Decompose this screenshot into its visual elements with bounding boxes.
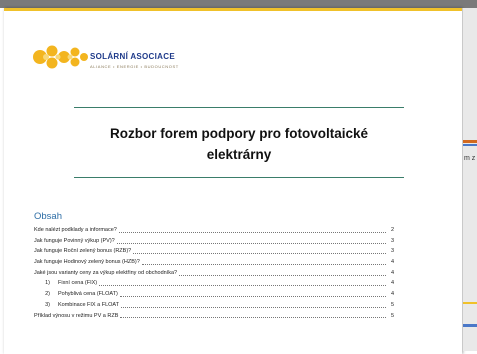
toc-leader-dots [141,263,386,265]
toc-entry[interactable]: Kde nalézt podklady a informace? 2 [34,225,394,236]
side-accent-bar [463,324,477,327]
toc-entry-label: Jak funguje Povinný výkup (PV)? [34,237,115,244]
side-accent-bar [463,140,477,143]
toc-leader-dots [179,274,386,276]
toc-entry-page: 4 [390,280,394,287]
toc-leader-dots [116,242,386,244]
toc-subentry[interactable]: 2) Pohyblivá cena (FLOAT) 4 [34,289,394,300]
title-rule-top [74,107,404,108]
toc-leader-dots [119,295,386,297]
toc-entry[interactable]: Jak funguje Hodinový zelený bonus (HZB)?… [34,257,394,268]
side-accent-bar [463,144,477,146]
toc-subentry-number: 1) [45,280,50,287]
toc-leader-dots [120,317,386,319]
toc-entry-label: Kombinace FIX a FLOAT [58,301,120,308]
title-rule-bottom [74,177,404,178]
toc-heading: Obsah [34,211,62,222]
side-text-fragment: m z [464,155,476,162]
toc-entry[interactable]: Jak funguje Povinný výkup (PV)? 3 [34,236,394,247]
toc-entry-page: 3 [390,237,394,244]
solar-association-logo [33,45,88,69]
document-title: Rozbor forem podpory pro fotovoltaické e… [74,123,404,165]
document-page[interactable]: SOLÁRNÍ ASOCIACE ALIANCE • ENERGIE • BUD… [4,8,462,354]
toc-entry-page: 5 [390,312,394,319]
toc-entry-label: Kde nalézt podklady a informace? [34,227,117,233]
side-accent-bar [463,302,477,304]
table-of-contents: Kde nalézt podklady a informace? 2 Jak f… [34,225,394,321]
window-top-edge [0,0,477,8]
toc-entry-label: Fixní cena (FIX) [58,280,98,287]
brand-name: SOLÁRNÍ ASOCIACE [90,52,175,61]
document-title-line-1: Rozbor forem podpory pro fotovoltaické [109,126,368,141]
toc-leader-dots [133,253,386,255]
toc-leader-dots [121,306,386,308]
toc-entry-label: Příklad výnosu v režimu PV a RZB [34,312,119,319]
toc-entry-page: 4 [390,259,394,266]
brand-tagline: ALIANCE • ENERGIE • BUDOUCNOST [90,64,179,69]
toc-leader-dots [99,285,386,287]
toc-subentry[interactable]: 3) Kombinace FIX a FLOAT 5 [34,300,394,311]
toc-entry-page: 5 [390,301,394,308]
toc-entry-label: Jak funguje Hodinový zelený bonus (HZB)? [34,259,140,266]
toc-subentry-number: 3) [45,301,50,308]
toc-entry-label: Jak funguje Roční zelený bonus (RZB)? [34,248,132,255]
toc-entry-page: 2 [390,227,394,233]
toc-entry-page: 3 [390,248,394,255]
toc-entry[interactable]: Příklad výnosu v režimu PV a RZB 5 [34,311,394,322]
toc-entry-page: 4 [390,269,394,276]
toc-leader-dots [118,231,386,233]
toc-subentry-number: 2) [45,291,50,298]
document-title-line-2: elektrárny [206,147,272,162]
toc-subentry[interactable]: 1) Fixní cena (FIX) 4 [34,278,394,289]
toc-entry[interactable]: Jak funguje Roční zelený bonus (RZB)? 3 [34,246,394,257]
toc-entry-label: Pohyblivá cena (FLOAT) [58,291,118,298]
toc-entry[interactable]: Jaké jsou varianty ceny za výkup elektři… [34,268,394,279]
toc-entry-label: Jaké jsou varianty ceny za výkup elektři… [34,269,178,276]
toc-entry-page: 4 [390,291,394,298]
adjacent-window-edge[interactable]: m z [462,8,477,351]
